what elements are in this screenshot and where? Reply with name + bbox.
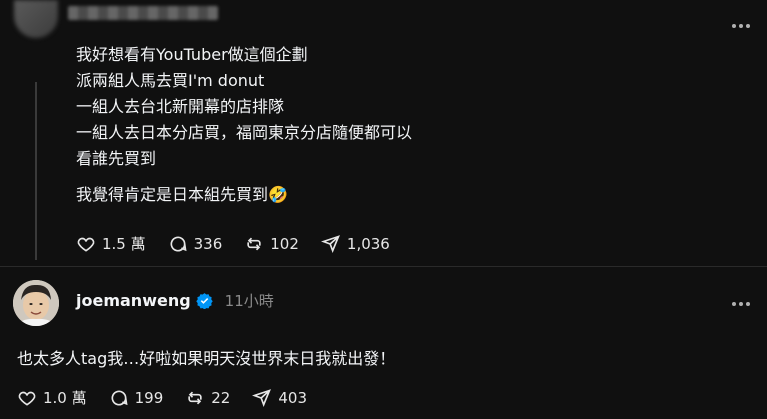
blurred-avatar[interactable] [14, 0, 58, 38]
avatar[interactable] [13, 280, 59, 326]
more-options-button-1[interactable] [728, 16, 754, 36]
comment-button[interactable]: 336 [168, 234, 223, 254]
share-count: 1,036 [346, 234, 390, 253]
comment-icon [170, 236, 187, 251]
repost-icon [188, 391, 202, 404]
thread-line [35, 82, 37, 260]
post1-line: 我好想看有YouTuber做這個企劃 [76, 45, 308, 64]
threads-page: 我好想看有YouTuber做這個企劃 派兩組人馬去買I'm donut 一組人去… [0, 0, 767, 419]
repost-button[interactable]: 22 [185, 388, 230, 408]
repost-button[interactable]: 102 [244, 234, 299, 254]
share-icon [252, 388, 272, 407]
share-icon [320, 234, 340, 253]
post1-line: 看誰先買到 [76, 149, 157, 168]
post1-line: 一組人去台北新開幕的店排隊 [76, 97, 285, 116]
comment-count: 199 [134, 388, 164, 407]
post1-line: 派兩組人馬去買I'm donut [76, 71, 265, 90]
like-button[interactable]: 1.0 萬 [17, 387, 87, 408]
post1-line: 一組人去日本分店買，福岡東京分店隨便都可以 [76, 123, 413, 142]
share-count: 403 [278, 388, 307, 407]
heart-icon [77, 237, 95, 252]
more-icon [732, 302, 736, 306]
post2-text: 也太多人tag我…好啦如果明天沒世界末日我就出發！ [17, 349, 396, 368]
author-name[interactable]: joemanweng [76, 291, 191, 310]
share-button[interactable]: 403 [252, 388, 307, 408]
like-button[interactable]: 1.5 萬 [76, 233, 146, 254]
post1-text: 我好想看有YouTuber做這個企劃 派兩組人馬去買I'm donut 一組人去… [76, 42, 412, 208]
post2-actions: 1.0 萬 199 22 403 [17, 387, 329, 408]
more-icon [732, 24, 736, 28]
post-divider [0, 266, 767, 267]
repost-count: 102 [270, 234, 299, 253]
comment-button[interactable]: 199 [109, 388, 164, 408]
like-count: 1.0 萬 [43, 389, 87, 407]
author-row: joemanweng 11小時 [76, 290, 274, 311]
repost-count: 22 [211, 388, 231, 407]
comment-count: 336 [193, 234, 223, 253]
post-time: 11小時 [224, 292, 274, 310]
more-options-button-2[interactable] [728, 294, 754, 314]
comment-icon [111, 390, 128, 405]
verified-icon [195, 293, 213, 309]
post1-actions: 1.5 萬 336 102 1,036 [76, 233, 412, 254]
like-count: 1.5 萬 [102, 235, 146, 253]
post1-line: 我覺得肯定是日本組先買到🤣 [76, 185, 288, 204]
blurred-author-name[interactable] [68, 6, 218, 20]
heart-icon [18, 391, 36, 406]
repost-icon [247, 237, 261, 250]
share-button[interactable]: 1,036 [320, 234, 390, 254]
